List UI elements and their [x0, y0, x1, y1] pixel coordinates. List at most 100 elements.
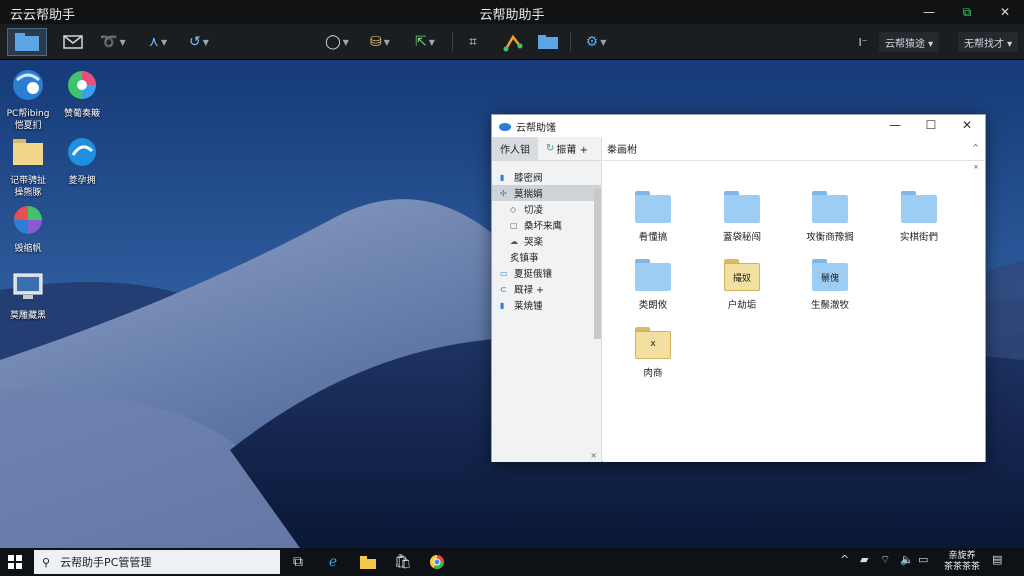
folder-item[interactable]: 鬃傀 生鬃澈牧	[795, 259, 865, 311]
folder-item[interactable]: 肴懂搞	[618, 191, 688, 243]
desktop-icon-tool[interactable]: 毁缩帆	[0, 203, 56, 255]
mail-icon	[63, 35, 83, 49]
network-icon[interactable]: ⌔	[880, 553, 890, 567]
chrome-taskbar-button[interactable]	[425, 551, 449, 573]
folder-label: 实棋街們	[899, 232, 938, 243]
nav-tab-secondary[interactable]: ↻ 振莆 +	[538, 137, 596, 160]
notification-icon[interactable]: ▤	[992, 553, 1002, 566]
edge-taskbar-button[interactable]: ℯ	[321, 551, 345, 573]
explorer-close-button[interactable]: ✕	[949, 115, 985, 135]
graph-tool-button[interactable]	[500, 28, 526, 56]
nav-item[interactable]: ▢ 桑坏来鹰	[492, 217, 601, 233]
network-icon: ✣	[500, 188, 507, 198]
text-cursor-button[interactable]: I⁻	[854, 28, 872, 56]
folder-label: 户劫垢	[727, 300, 757, 311]
nav-item[interactable]: ▮ 莱焼锺	[492, 297, 601, 313]
nav-item[interactable]: ▭ 夏挺俄镶	[492, 265, 601, 281]
pen-nib-icon: ⋏	[148, 34, 160, 50]
explorer-minimize-button[interactable]: —	[877, 115, 913, 135]
store-icon: 🛍	[394, 554, 412, 570]
folder-icon	[635, 259, 671, 291]
globe-icon	[13, 70, 43, 100]
nav-item-label: 桑坏来鹰	[524, 221, 563, 232]
desktop-icon-browser[interactable]: 菱孕拥	[54, 135, 110, 187]
desktop-icon-label: 毁缩帆	[14, 244, 42, 254]
desktop-icon-label: 恺夏扪	[14, 121, 42, 131]
paint-tool-button[interactable]: ⛁ ▼	[364, 28, 396, 56]
find-dropdown[interactable]: 无帮找才 ▾	[958, 32, 1019, 52]
tray-app-icon[interactable]: ▰	[860, 553, 868, 566]
volume-icon[interactable]: 🔈	[900, 553, 914, 566]
nav-item[interactable]: 炙镇亊	[492, 249, 601, 265]
mail-tool-button[interactable]	[60, 28, 86, 56]
folder-label: 类朗攸	[638, 300, 668, 311]
nav-item[interactable]: ▮ 膝密阀	[492, 169, 601, 185]
nav-item[interactable]: ☁ 哭楽	[492, 233, 601, 249]
pen-tool-button[interactable]: ⋏ ▼	[143, 28, 173, 56]
folder-item[interactable]: x 肉商	[618, 327, 688, 379]
desktop-icon-folder[interactable]: 记带骋扯 操熊豚	[0, 135, 56, 199]
tray-overflow-icon[interactable]: ^	[840, 553, 849, 566]
close-button[interactable]: ✕	[986, 0, 1024, 24]
refresh-icon: ↻	[546, 143, 555, 154]
nav-tab-label: 振莆 +	[556, 145, 588, 156]
select-tool-button[interactable]: ⇱ ▼	[410, 28, 440, 56]
nav-item-label: 厩禄 +	[514, 285, 544, 296]
nav-item[interactable]: ◇ 切凌	[492, 201, 601, 217]
nav-item[interactable]: ⊂ 厩禄 +	[492, 281, 601, 297]
palette-icon	[68, 71, 96, 99]
navigation-pane: 作人钼 ↻ 振莆 + ▮ 膝密阀 ✣ 莫揣娟 ◇ 切凌 ▢ 桑坏来鹰 ☁ 哭楽 炙镇亊 ▭…	[492, 137, 602, 462]
rotate-tool-button[interactable]: ↺ ▼	[184, 28, 214, 56]
cloud-dropdown[interactable]: 云帮猿途 ▾	[879, 32, 940, 52]
folder-item[interactable]: 实棋街們	[884, 191, 954, 243]
circle-tool-button[interactable]: ◯ ▼	[322, 28, 352, 56]
chevron-down-icon: ▼	[161, 37, 168, 47]
nav-item-selected[interactable]: ✣ 莫揣娟	[492, 185, 601, 201]
clock-line: 茶茶茶茶	[943, 562, 980, 572]
close-pane-icon[interactable]: ×	[973, 163, 979, 171]
diamond-icon: ◇	[510, 204, 517, 214]
folder-item[interactable]: 攻衡商豫搁	[795, 191, 865, 243]
node-graph-icon	[503, 34, 523, 52]
task-view-icon: ⧉	[293, 554, 303, 570]
chevron-down-icon: ▼	[428, 37, 435, 47]
desktop-icon-label: 菱孕拥	[68, 176, 96, 186]
cursor-icon: ⇱	[415, 34, 427, 50]
explorer-maximize-button[interactable]: ☐	[913, 115, 949, 135]
folder-item[interactable]: 蓋袋秘闯	[707, 191, 777, 243]
minimize-button[interactable]: —	[910, 0, 948, 24]
nav-item-label: 炙镇亊	[510, 253, 539, 264]
folder-tool-button[interactable]	[7, 28, 47, 56]
collapse-icon[interactable]: ×	[590, 451, 597, 460]
folder-open-tool-button[interactable]	[535, 28, 561, 56]
nav-tab-primary[interactable]: 作人钼	[492, 137, 538, 160]
app-titlebar: 云云帮助手 云帮助助手 — ⧉ ✕	[0, 0, 1024, 24]
folder-item[interactable]: 类朗攸	[618, 259, 688, 311]
battery-icon[interactable]: ▭	[918, 553, 928, 566]
desktop-icon-recycle[interactable]: 莫雕藏黑	[0, 270, 56, 322]
taskbar-clock[interactable]: 亲旋养 茶茶茶茶	[944, 551, 980, 573]
desktop-icon-label: 记带骋扯	[9, 176, 46, 186]
settings-tool-button[interactable]: ⚙ ▼	[580, 28, 612, 56]
pinwheel-icon	[14, 206, 42, 234]
folder-icon	[724, 191, 760, 223]
lasso-tool-button[interactable]: ➰ ▼	[98, 28, 128, 56]
nav-scrollbar[interactable]	[594, 189, 601, 339]
desktop-icon-pc-helper[interactable]: PC帮ibing 恺夏扪	[0, 68, 56, 132]
chevron-down-icon: ▼	[119, 37, 126, 47]
chevron-up-icon[interactable]: ^	[972, 143, 979, 152]
folder-label: 肉商	[643, 368, 663, 379]
search-text: 云帮助手PC管管理	[60, 556, 152, 569]
folder-item[interactable]: 撮奴 户劫垢	[707, 259, 777, 311]
rotate-icon: ↺	[189, 34, 201, 50]
windows-start-icon[interactable]	[8, 555, 22, 569]
store-taskbar-button[interactable]: 🛍	[391, 551, 415, 573]
desktop-icon-paint[interactable]: 赞葡奏簸	[54, 68, 110, 120]
taskbar-search-box[interactable]: ⚲ 云帮助手PC管管理	[34, 550, 280, 574]
file-explorer-taskbar-button[interactable]	[356, 551, 380, 573]
crop-tool-button[interactable]: ⌗	[460, 28, 486, 56]
cloud-outline-icon: ☁	[510, 236, 518, 246]
restore-button[interactable]: ⧉	[948, 0, 986, 24]
folder-label: 攻衡商豫搁	[806, 232, 854, 243]
task-view-button[interactable]: ⧉	[286, 551, 310, 573]
